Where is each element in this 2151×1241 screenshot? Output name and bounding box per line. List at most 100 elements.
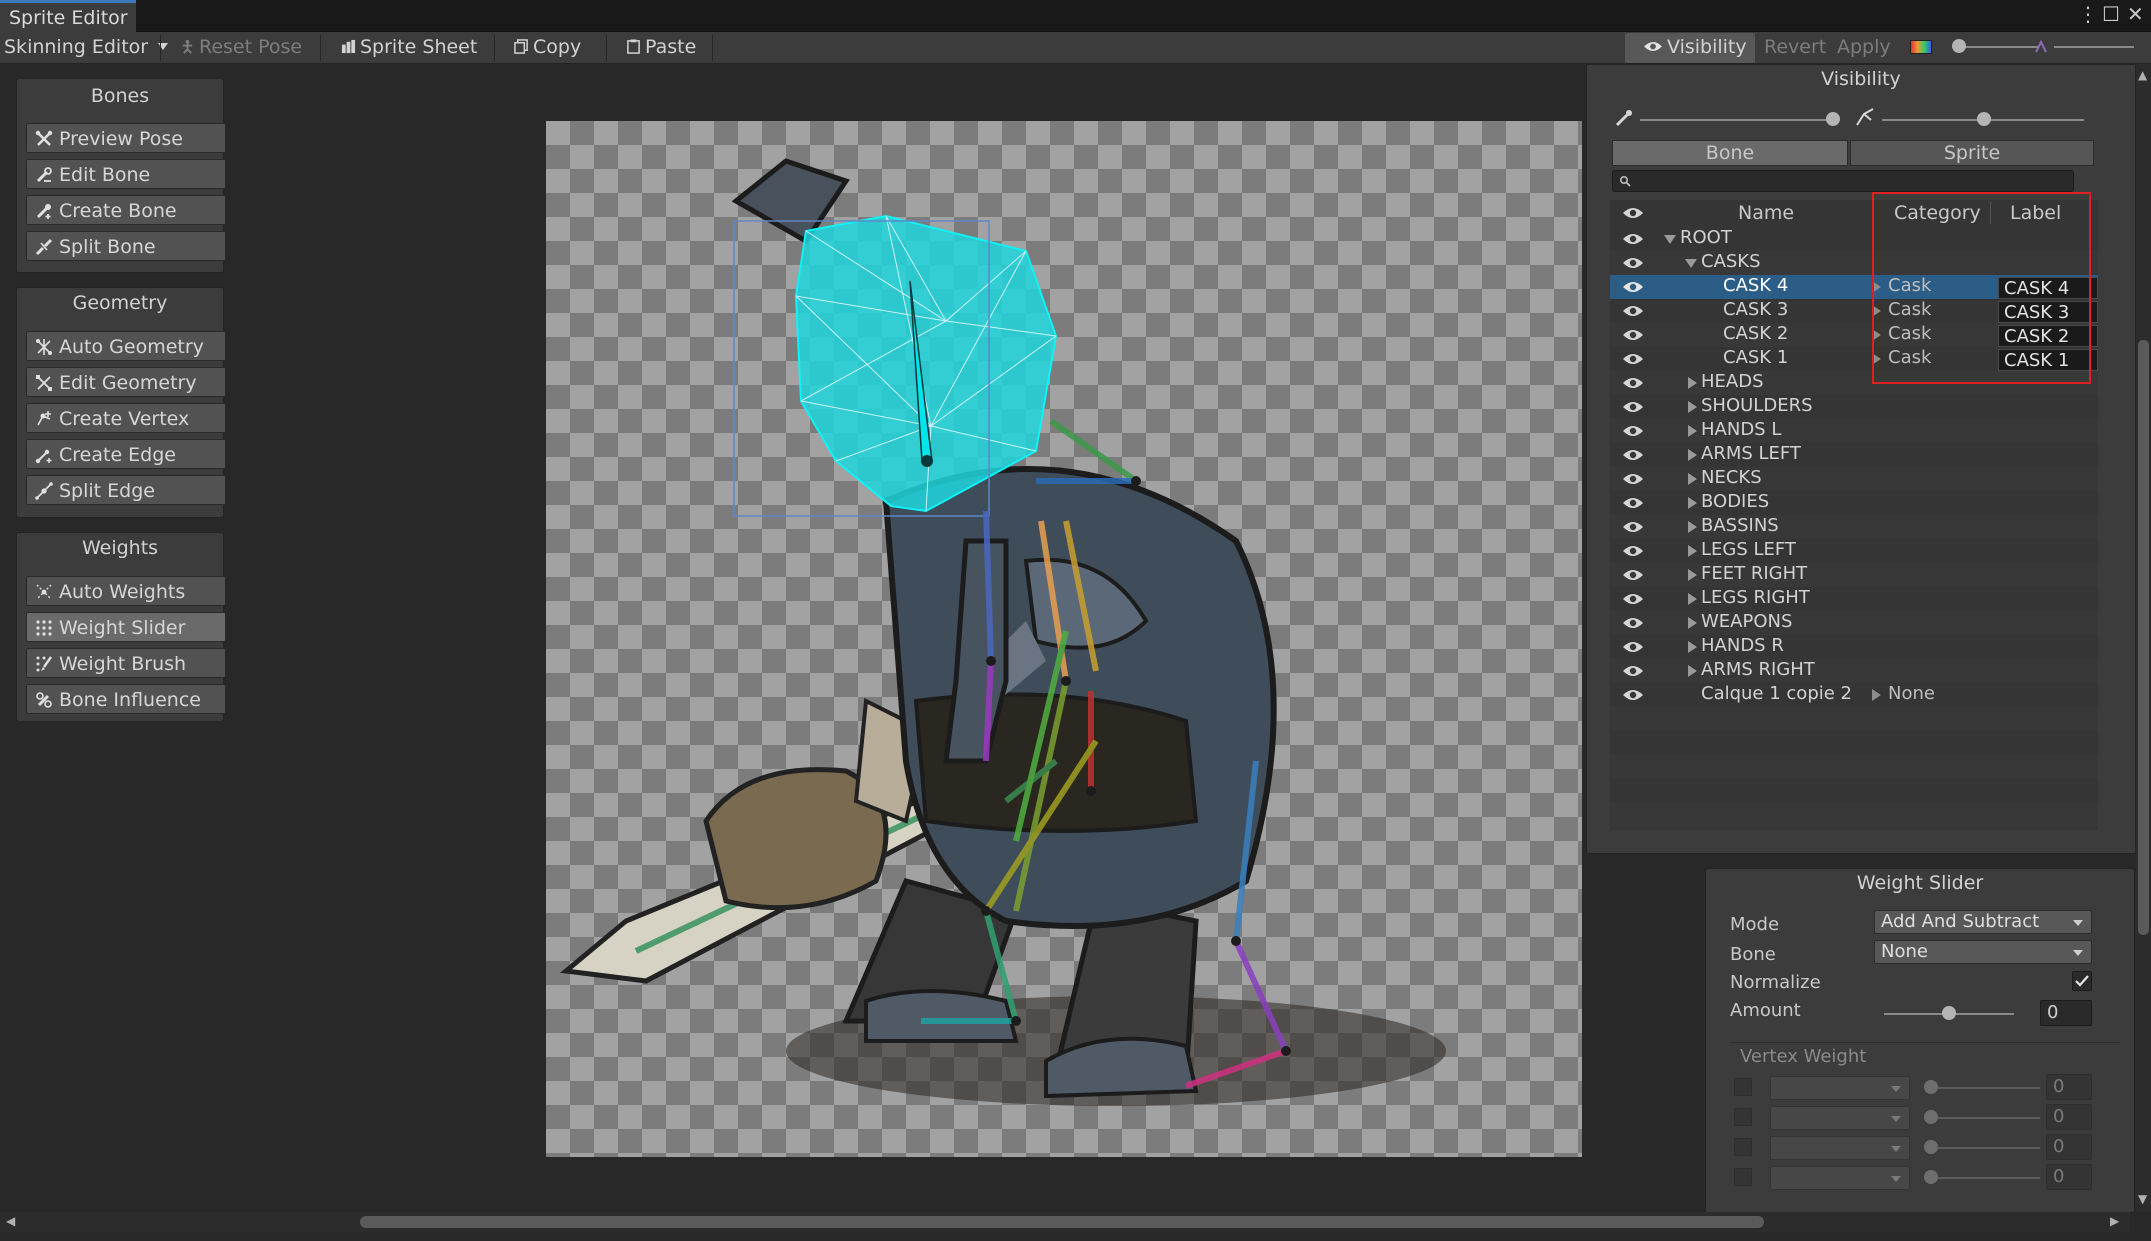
expand-arrow-icon[interactable] [1685,259,1697,268]
normalize-checkbox[interactable] [2072,971,2092,991]
expand-arrow-icon[interactable] [1688,665,1697,677]
close-icon[interactable]: ✕ [2127,2,2144,26]
expand-arrow-icon[interactable] [1688,377,1697,389]
scroll-left-icon[interactable]: ◀ [6,1214,15,1228]
vertex-weight-bone-dropdown[interactable] [1770,1106,1910,1130]
vertex-weight-field[interactable]: 0 [2046,1164,2092,1190]
eye-icon[interactable] [1622,351,1644,367]
expand-arrow-icon[interactable] [1688,401,1697,413]
expand-arrow-icon[interactable] [1664,235,1676,244]
window-menu-icon[interactable]: ⋮ [2078,2,2098,26]
color-mode-icon[interactable] [1910,40,1932,54]
eye-icon[interactable] [1622,303,1644,319]
tree-row[interactable]: ARMS RIGHT [1610,659,2098,683]
tree-row[interactable]: ARMS LEFT [1610,443,2098,467]
tree-row[interactable]: Calque 1 copie 2 None [1610,683,2098,707]
eye-icon[interactable] [1622,639,1644,655]
vertex-weight-slider[interactable] [1930,1087,2040,1089]
eye-icon[interactable] [1622,447,1644,463]
opacity-slider-track[interactable] [1958,46,2038,48]
eye-icon[interactable] [1622,279,1644,295]
amount-slider-knob[interactable] [1942,1006,1956,1020]
reset-pose-button[interactable]: Reset Pose [180,32,302,64]
bone-opacity-slider-knob[interactable] [1826,112,1840,126]
tree-row[interactable]: BASSINS [1610,515,2098,539]
mode-dropdown[interactable]: Skinning Editor [4,32,169,64]
expand-arrow-icon[interactable] [1688,593,1697,605]
vertex-weight-knob[interactable] [1924,1140,1938,1154]
column-header-name[interactable]: Name [1738,202,1794,224]
eye-icon[interactable] [1622,519,1644,535]
eye-icon[interactable] [1622,687,1644,703]
edit-geometry-button[interactable]: Edit Geometry [26,367,226,397]
vertex-weight-slider[interactable] [1930,1177,2040,1179]
vertex-weight-knob[interactable] [1924,1110,1938,1124]
expand-arrow-icon[interactable] [1688,617,1697,629]
copy-button[interactable]: Copy [514,32,581,64]
create-edge-button[interactable]: Create Edge [26,439,226,469]
expand-arrow-icon[interactable] [1688,545,1697,557]
tree-row[interactable]: NECKS [1610,467,2098,491]
mode-dropdown[interactable]: Add And Subtract [1874,910,2092,934]
bone-opacity-slider-track[interactable] [1640,119,1832,121]
eye-icon[interactable] [1622,543,1644,559]
eye-icon[interactable] [1622,567,1644,583]
vertex-weight-checkbox[interactable] [1734,1168,1752,1186]
search-input[interactable] [1612,170,2074,192]
horizontal-scrollbar-thumb[interactable] [360,1216,1764,1228]
tree-row[interactable]: SHOULDERS [1610,395,2098,419]
vertex-weight-slider[interactable] [1930,1147,2040,1149]
revert-button[interactable]: Revert [1764,32,1826,64]
vertex-weight-field[interactable]: 0 [2046,1074,2092,1100]
expand-arrow-icon[interactable] [1688,569,1697,581]
auto-weights-button[interactable]: Auto Weights [26,576,226,606]
eye-icon[interactable] [1622,375,1644,391]
window-tab[interactable]: Sprite Editor [0,0,136,32]
expand-arrow-icon[interactable] [1688,497,1697,509]
expand-arrow-icon[interactable] [1688,521,1697,533]
expand-arrow-icon[interactable] [1688,473,1697,485]
eye-icon[interactable] [1622,327,1644,343]
amount-field[interactable]: 0 [2040,1000,2092,1026]
tree-row[interactable]: FEET RIGHT [1610,563,2098,587]
weight-opacity-slider-track[interactable] [2054,46,2134,48]
apply-button[interactable]: Apply [1837,32,1891,64]
expand-arrow-icon[interactable] [1688,449,1697,461]
eye-icon[interactable] [1622,591,1644,607]
category-value[interactable]: None [1888,683,1935,704]
tree-row[interactable]: HANDS R [1610,635,2098,659]
eye-icon[interactable] [1622,255,1644,271]
sprite-canvas[interactable] [546,121,1582,1157]
bone-influence-button[interactable]: Bone Influence [26,684,226,714]
tree-row[interactable]: HANDS L [1610,419,2098,443]
edit-bone-button[interactable]: Edit Bone [26,159,226,189]
sprite-sheet-button[interactable]: Sprite Sheet [341,32,477,64]
tab-bone[interactable]: Bone [1612,140,1848,166]
scroll-down-icon[interactable]: ▼ [2138,1192,2147,1206]
tree-row[interactable]: WEAPONS [1610,611,2098,635]
eye-icon[interactable] [1622,399,1644,415]
auto-geometry-button[interactable]: Auto Geometry [26,331,226,361]
opacity-slider-knob[interactable] [1952,39,1966,53]
vertex-weight-knob[interactable] [1924,1080,1938,1094]
tab-sprite[interactable]: Sprite [1850,140,2094,166]
eye-icon[interactable] [1622,423,1644,439]
expand-arrow-icon[interactable] [1688,641,1697,653]
vertex-weight-bone-dropdown[interactable] [1770,1166,1910,1190]
create-bone-button[interactable]: Create Bone [26,195,226,225]
tree-row[interactable]: LEGS LEFT [1610,539,2098,563]
category-arrow-icon[interactable] [1872,689,1881,701]
split-bone-button[interactable]: Split Bone [26,231,226,261]
preview-pose-button[interactable]: Preview Pose [26,123,226,153]
scroll-up-icon[interactable]: ▲ [2138,68,2147,82]
vertex-weight-slider[interactable] [1930,1117,2040,1119]
eye-icon[interactable] [1622,615,1644,631]
vertex-weight-knob[interactable] [1924,1170,1938,1184]
create-vertex-button[interactable]: Create Vertex [26,403,226,433]
vertex-weight-field[interactable]: 0 [2046,1134,2092,1160]
eye-icon[interactable] [1622,663,1644,679]
vertex-weight-field[interactable]: 0 [2046,1104,2092,1130]
vertex-weight-bone-dropdown[interactable] [1770,1136,1910,1160]
maximize-icon[interactable]: ☐ [2102,2,2120,26]
vertex-weight-checkbox[interactable] [1734,1138,1752,1156]
